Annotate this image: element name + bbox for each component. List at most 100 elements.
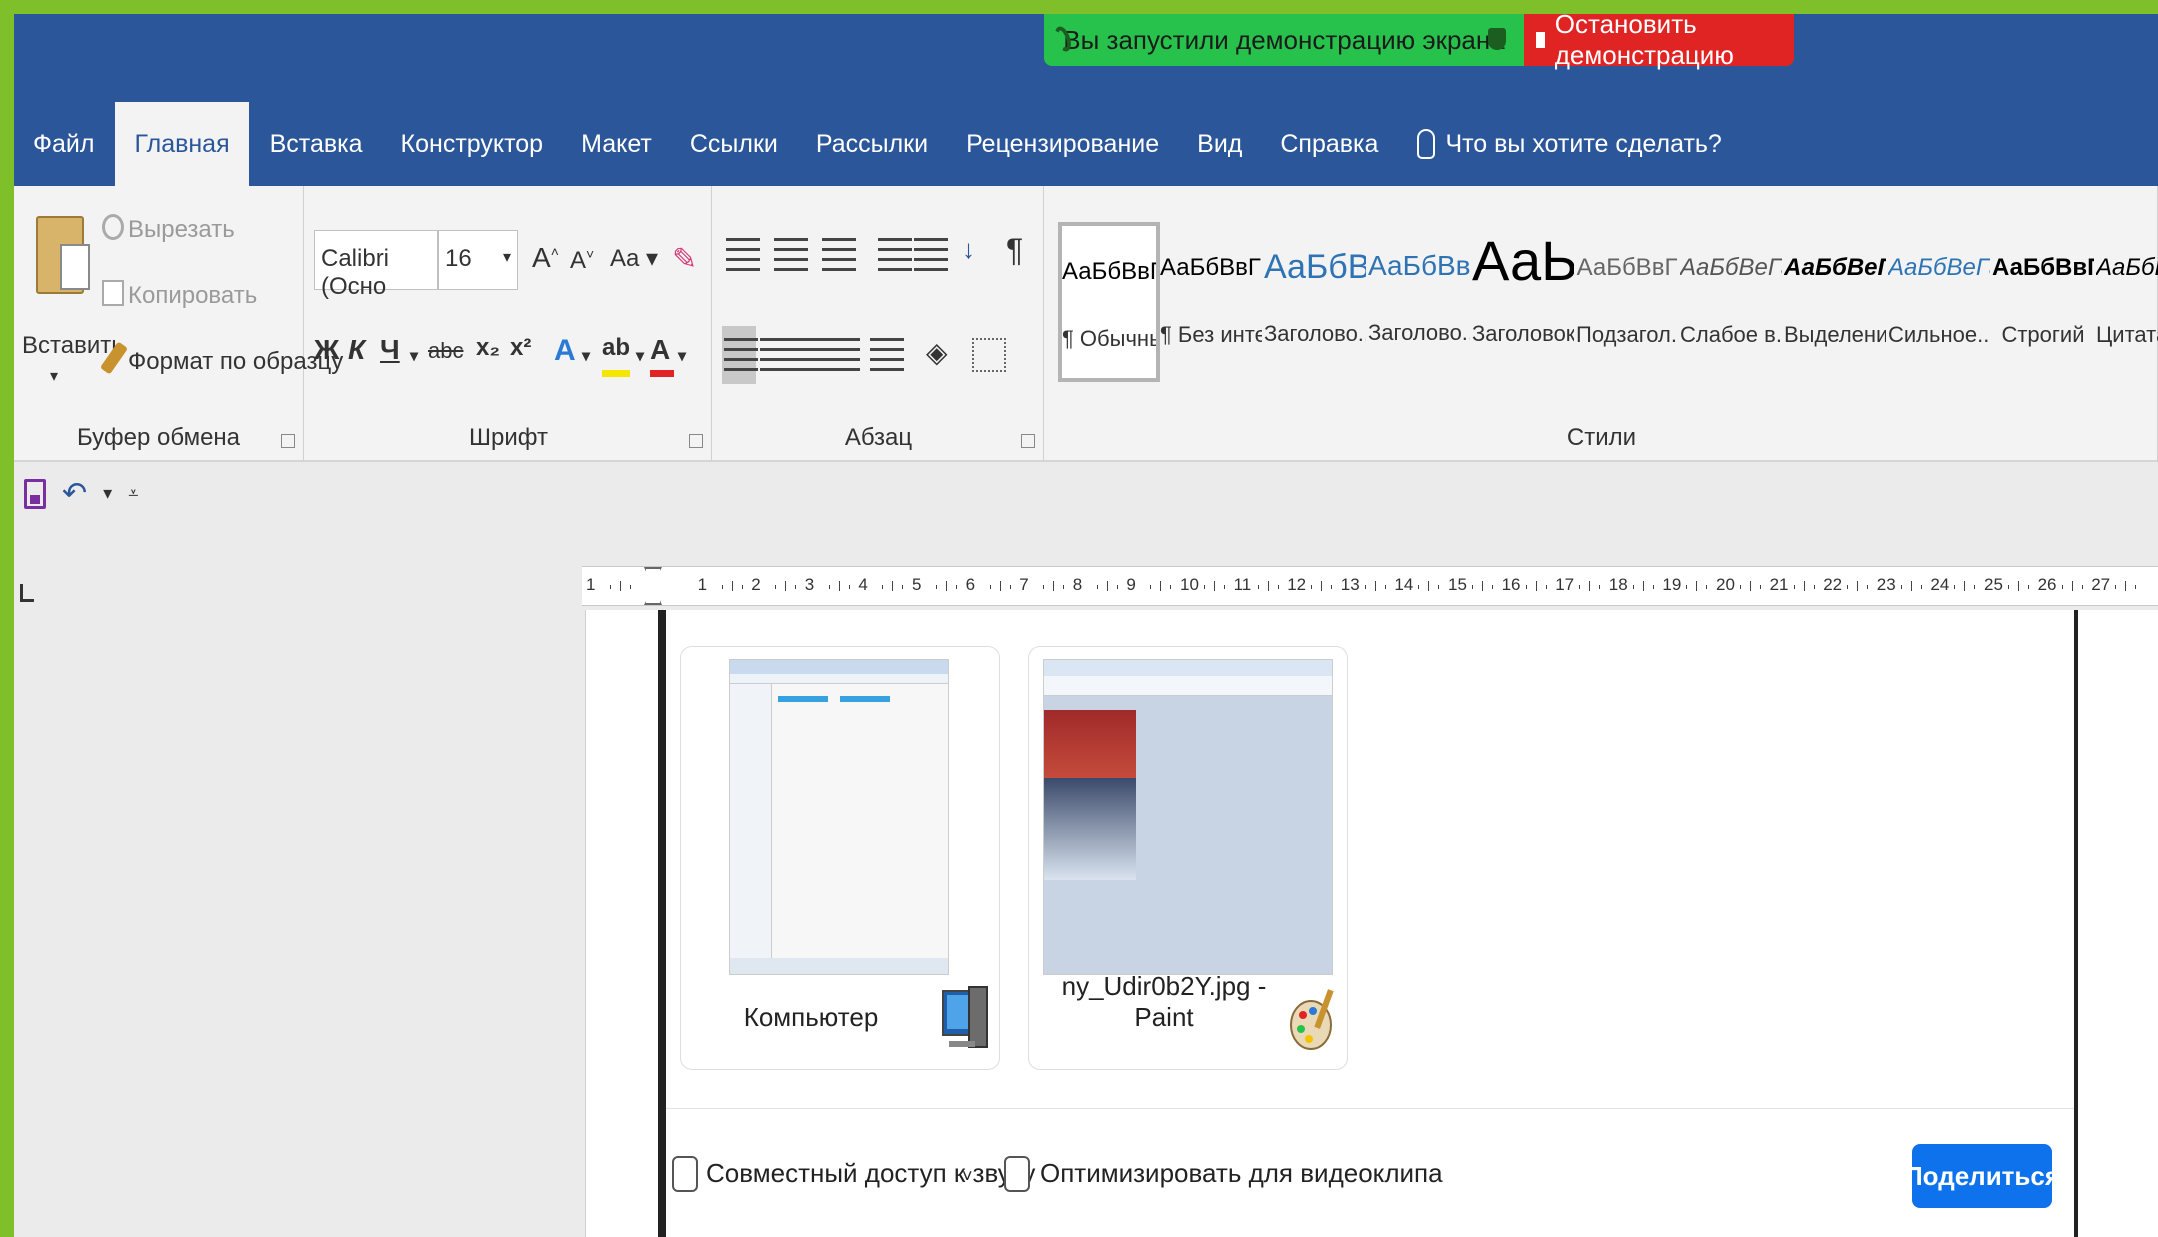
ruler-tick: [1374, 581, 1376, 591]
highlight-icon[interactable]: ab: [602, 334, 630, 362]
line-spacing-icon[interactable]: [870, 338, 904, 372]
customize-toolbar-icon[interactable]: ⩡: [128, 483, 138, 504]
horizontal-ruler[interactable]: 1 1 2 3 4 5 6 7 8 9 10 11 12 13 14 15 16 17 18 19 20 21 22 23 24…: [582, 566, 2158, 606]
share-button[interactable]: Поделиться: [1904, 1144, 2060, 1208]
paragraph-group: ↓ ¶ ◈ Абзац: [714, 186, 1044, 462]
tab-view[interactable]: Вид: [1178, 102, 1261, 186]
clipboard-launcher-icon[interactable]: [281, 434, 295, 448]
tab-design[interactable]: Конструктор: [382, 102, 563, 186]
style-subtle-emphasis[interactable]: АаБбВеГг Слабое в...: [1680, 222, 1782, 382]
tab-mailings[interactable]: Рассылки: [797, 102, 947, 186]
app-card-computer[interactable]: Компьютер: [680, 646, 1000, 1070]
tab-insert[interactable]: Вставка: [251, 102, 382, 186]
computer-window-thumbnail: [729, 659, 949, 975]
change-case-button[interactable]: Aa ▾: [610, 244, 658, 273]
ruler-number: 23: [1876, 575, 1896, 594]
highlight-dropdown-icon[interactable]: ▾: [636, 346, 644, 366]
style-heading-2[interactable]: АаБбВвГ Заголово...: [1368, 222, 1470, 382]
tab-file[interactable]: Файл: [14, 102, 113, 186]
multilevel-list-icon[interactable]: [822, 238, 856, 272]
app-card-paint[interactable]: ny_Udir0b2Y.jpg - Paint: [1028, 646, 1348, 1070]
tab-review[interactable]: Рецензирование: [947, 102, 1178, 186]
font-color-dropdown-icon[interactable]: ▾: [678, 346, 686, 366]
ruler-number: 7: [1019, 575, 1029, 594]
style-intense-emphasis[interactable]: АаБбВеГг Сильное...: [1888, 222, 1990, 382]
ruler-tick: [1384, 585, 1386, 589]
font-color-icon[interactable]: A: [650, 334, 670, 366]
audio-options-chevron-icon[interactable]: ˅: [962, 1166, 973, 1187]
style-normal[interactable]: АаБбВвГг, ¶ Обычный: [1058, 222, 1160, 382]
paste-dropdown-icon[interactable]: ▾: [50, 366, 58, 386]
font-size-field[interactable]: 16 ▾: [438, 230, 518, 290]
chevron-down-icon: ▾: [502, 249, 511, 266]
numbering-icon[interactable]: [774, 238, 808, 272]
superscript-button[interactable]: x²: [510, 334, 531, 362]
justify-icon[interactable]: [826, 338, 860, 372]
italic-button[interactable]: К: [348, 334, 365, 366]
undo-dropdown-icon[interactable]: ▾: [103, 483, 112, 504]
ruler-tick: [1535, 581, 1537, 591]
ruler-tick: [2115, 585, 2117, 589]
ruler-number: 2: [751, 575, 761, 594]
cut-button[interactable]: Вырезать: [128, 216, 235, 244]
ruler-tick: [1472, 585, 1473, 589]
bullets-icon[interactable]: [726, 238, 760, 272]
ruler-number: 5: [912, 575, 922, 594]
shading-icon[interactable]: ◈: [926, 336, 948, 369]
ruler-tick: [1686, 585, 1688, 589]
bold-button[interactable]: Ж: [314, 334, 339, 366]
grow-font-icon[interactable]: A˄: [532, 242, 559, 274]
increase-indent-icon[interactable]: [914, 238, 948, 272]
tab-home[interactable]: Главная: [115, 102, 249, 186]
undo-icon[interactable]: ↶: [62, 476, 87, 511]
font-launcher-icon[interactable]: [689, 434, 703, 448]
show-marks-button[interactable]: ¶: [1006, 232, 1023, 269]
tell-me-text: Что вы хотите сделать?: [1445, 129, 1722, 158]
align-left-icon[interactable]: [724, 338, 758, 372]
subscript-button[interactable]: x₂: [476, 334, 500, 362]
decrease-indent-icon[interactable]: [878, 238, 912, 272]
style-emphasis[interactable]: АаБбВеГг Выделение: [1784, 222, 1886, 382]
style-subtitle[interactable]: АаБбВвГ Подзагол...: [1576, 222, 1678, 382]
text-effects-icon[interactable]: A: [554, 334, 576, 368]
ribbon: Вставить ▾ Вырезать Копировать Формат по…: [14, 186, 2158, 462]
tab-references[interactable]: Ссылки: [671, 102, 797, 186]
ruler-tick: [1418, 585, 1420, 589]
tell-me-search[interactable]: Что вы хотите сделать?: [1397, 129, 1722, 159]
text-effects-dropdown-icon[interactable]: ▾: [582, 346, 590, 366]
tab-selector-icon[interactable]: [20, 584, 34, 602]
stop-share-button[interactable]: Остановить демонстрацию: [1524, 14, 1794, 70]
save-icon[interactable]: [24, 478, 46, 509]
dialog-divider: [666, 1108, 2074, 1109]
style-quote-2[interactable]: АаБбВеГ Цитата 2: [2096, 222, 2158, 382]
tab-layout[interactable]: Макет: [562, 102, 671, 186]
optimize-video-checkbox[interactable]: [1004, 1156, 1030, 1192]
paragraph-launcher-icon[interactable]: [1021, 434, 1035, 448]
shrink-font-icon[interactable]: A˅: [570, 246, 594, 275]
ruler-tick: [1053, 581, 1055, 591]
style-title[interactable]: АаЬ Заголовок: [1472, 222, 1574, 382]
align-right-icon[interactable]: [794, 338, 828, 372]
font-name-field[interactable]: Calibri (Осно: [314, 230, 438, 300]
clear-formatting-icon[interactable]: ✎: [672, 242, 697, 277]
style-strong[interactable]: АаБбВвГг, Строгий: [1992, 222, 2094, 382]
style-no-spacing[interactable]: АаБбВвГг, ¶ Без инте...: [1160, 222, 1262, 382]
ruler-number: 27: [2091, 575, 2111, 594]
style-name: Строгий: [2001, 322, 2085, 347]
tab-help[interactable]: Справка: [1261, 102, 1397, 186]
underline-dropdown-icon[interactable]: ▾: [410, 346, 418, 366]
style-heading-1[interactable]: АаБбВі Заголово...: [1264, 222, 1366, 382]
copy-button[interactable]: Копировать: [128, 282, 257, 310]
share-audio-checkbox[interactable]: [672, 1156, 698, 1192]
borders-icon[interactable]: [972, 338, 1006, 372]
ruler-number: 3: [804, 575, 815, 594]
underline-button[interactable]: Ч: [380, 334, 400, 366]
ruler-tick: [1257, 585, 1259, 589]
sort-icon[interactable]: ↓: [962, 234, 975, 265]
ruler-tick: [2125, 581, 2127, 591]
font-group-label: Шрифт: [469, 424, 548, 451]
align-center-icon[interactable]: [760, 338, 794, 372]
paste-icon[interactable]: [36, 216, 90, 294]
ruler-tick: [2008, 585, 2009, 589]
strikethrough-button[interactable]: abc: [428, 338, 463, 364]
